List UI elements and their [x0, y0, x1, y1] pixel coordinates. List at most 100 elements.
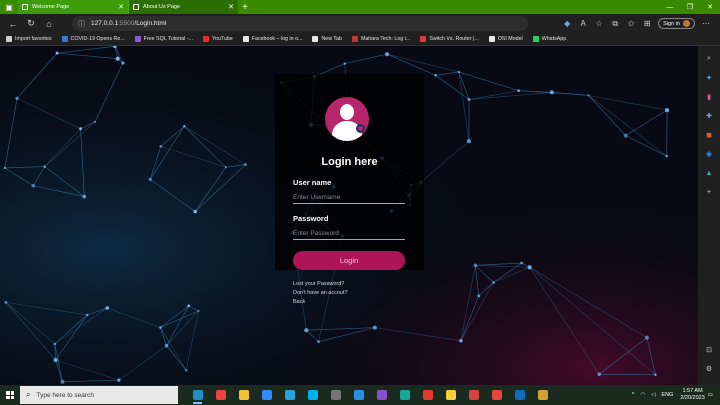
bookmark-label: COVID-19 Opens Re... — [70, 36, 125, 42]
system-tray: ^ ◠ ◁ ENG 1:57 AM 2/20/2023 ▭ — [629, 385, 716, 405]
tab-about-us-page[interactable]: About Us Page ✕ — [128, 0, 238, 14]
telegram-icon[interactable] — [278, 385, 301, 405]
volume-icon[interactable]: ◁ — [651, 392, 655, 398]
maximize-icon[interactable]: ❐ — [680, 0, 700, 14]
bookmark-favicon-icon — [202, 36, 209, 42]
bookmark-item[interactable]: Import favorites — [6, 36, 52, 42]
chrome-icon[interactable] — [485, 385, 508, 405]
bookmark-favicon-icon — [351, 36, 358, 42]
games-icon[interactable]: ▲ — [702, 166, 716, 180]
app-icon[interactable] — [324, 385, 347, 405]
sign-in-button[interactable]: Sign in — [658, 18, 695, 29]
bookmark-item[interactable]: YouTube — [202, 36, 233, 42]
info-icon[interactable]: ⓘ — [78, 19, 85, 29]
search-icon: ⌕ — [26, 390, 31, 399]
register-link[interactable]: Don't have an accout? — [293, 290, 348, 296]
chrome-icon[interactable] — [209, 385, 232, 405]
bookmark-label: YouTube — [211, 36, 233, 42]
bookmark-item[interactable]: Facebook – log in o... — [242, 36, 303, 42]
zoom-icon[interactable] — [255, 385, 278, 405]
lost-password-link[interactable]: Lost your Password? — [293, 281, 344, 287]
search-icon[interactable]: ⌕ — [702, 52, 716, 66]
settings-icon[interactable]: ⚙ — [702, 362, 716, 376]
language-indicator[interactable]: ENG — [661, 392, 673, 398]
home-icon[interactable]: ⌂ — [40, 16, 58, 32]
bookmark-label: Mahara Tech: Log i... — [360, 36, 411, 42]
network-icon[interactable]: ◠ — [640, 392, 645, 398]
office-icon[interactable]: ◼ — [702, 128, 716, 142]
bookmark-item[interactable]: COVID-19 Opens Re... — [61, 36, 125, 42]
password-input[interactable] — [293, 228, 405, 240]
taskbar-search[interactable]: ⌕ Type here to search — [20, 386, 178, 404]
notifications-icon[interactable]: ▭ — [708, 392, 713, 398]
tab-actions-icon[interactable]: ▣ — [0, 0, 18, 14]
more-icon[interactable]: ⋯ — [698, 16, 714, 32]
windows-icon — [6, 391, 14, 399]
bookmark-label: OSI Model — [497, 36, 523, 42]
bookmark-item[interactable]: Free SQL Tutorial -... — [134, 36, 193, 42]
python-icon[interactable] — [439, 385, 462, 405]
minimize-icon[interactable]: — — [660, 0, 680, 14]
bookmark-item[interactable]: WhatsApp — [532, 36, 567, 42]
password-label: Password — [293, 214, 329, 223]
edge-sidebar: ⌕ ✦ ▮ ✚ ◼ ◉ ▲ + ⊡ ⚙ — [698, 46, 720, 385]
page-icon — [22, 4, 28, 10]
user-avatar-icon — [325, 97, 369, 141]
url-text: 127.0.0.1:5500/Login.html — [91, 20, 167, 27]
vscode-icon[interactable] — [347, 385, 370, 405]
chevron-up-icon[interactable]: ^ — [632, 392, 635, 398]
tag-icon[interactable]: ◆ — [559, 16, 575, 32]
page-icon — [133, 4, 139, 10]
back-icon[interactable]: ← — [4, 16, 22, 32]
shopping-icon[interactable]: ▮ — [702, 90, 716, 104]
close-window-icon[interactable]: ✕ — [700, 0, 720, 14]
add-icon[interactable]: + — [702, 185, 716, 199]
bookmark-favicon-icon — [61, 36, 68, 42]
app-icon[interactable] — [531, 385, 554, 405]
favorites-icon[interactable]: ✩ — [623, 16, 639, 32]
bookmark-item[interactable]: Mahara Tech: Log i... — [351, 36, 411, 42]
refresh-icon[interactable]: ↻ — [22, 16, 40, 32]
bookmark-label: WhatsApp — [541, 36, 567, 42]
search-placeholder: Type here to search — [36, 391, 94, 399]
bookmark-favicon-icon — [134, 36, 141, 42]
sidebar-toggle-icon[interactable]: ⊡ — [702, 343, 716, 357]
outlook-icon[interactable]: ◉ — [702, 147, 716, 161]
close-tab-icon[interactable]: ✕ — [118, 3, 124, 11]
start-button[interactable] — [0, 385, 20, 405]
bookmark-item[interactable]: OSI Model — [488, 36, 523, 42]
read-aloud-icon[interactable]: A — [575, 16, 591, 32]
extensions-icon[interactable]: ⧉ — [607, 16, 623, 32]
url-field[interactable]: ⓘ 127.0.0.1:5500/Login.html — [72, 16, 528, 31]
login-button[interactable]: Login — [293, 251, 405, 270]
taskbar: ⌕ Type here to search ^ ◠ ◁ ENG 1:57 AM … — [0, 385, 720, 405]
edge-icon[interactable] — [186, 385, 209, 405]
taskbar-apps — [186, 385, 554, 405]
back-link[interactable]: Back — [293, 299, 305, 305]
close-tab-icon[interactable]: ✕ — [228, 3, 234, 11]
tab-welcome-page[interactable]: Welcome Page ✕ — [18, 0, 128, 14]
tab-title: Welcome Page — [32, 4, 70, 10]
app-icon[interactable] — [462, 385, 485, 405]
clock[interactable]: 1:57 AM 2/20/2023 — [680, 388, 704, 402]
bookmark-favicon-icon — [242, 36, 249, 42]
discover-icon[interactable]: ✦ — [702, 71, 716, 85]
file-explorer-icon[interactable] — [232, 385, 255, 405]
bookmark-item[interactable]: New Tab — [312, 36, 342, 42]
bookmark-favicon-icon — [532, 36, 539, 42]
username-input[interactable] — [293, 192, 405, 204]
app-icon[interactable] — [416, 385, 439, 405]
new-tab-button[interactable]: + — [238, 0, 252, 14]
visual-studio-icon[interactable] — [370, 385, 393, 405]
collections-icon[interactable]: ⊞ — [639, 16, 655, 32]
bookmark-item[interactable]: Switch Vs. Router |... — [420, 36, 479, 42]
address-bar: ← ↻ ⌂ ⓘ 127.0.0.1:5500/Login.html ◆ A ☆ … — [0, 14, 720, 33]
profile-avatar — [683, 20, 690, 27]
favorite-icon[interactable]: ☆ — [591, 16, 607, 32]
username-label: User name — [293, 178, 332, 187]
outlook-icon[interactable] — [508, 385, 531, 405]
skype-icon[interactable] — [301, 385, 324, 405]
tools-icon[interactable]: ✚ — [702, 109, 716, 123]
bookmark-label: Facebook – log in o... — [251, 36, 303, 42]
app-icon[interactable] — [393, 385, 416, 405]
